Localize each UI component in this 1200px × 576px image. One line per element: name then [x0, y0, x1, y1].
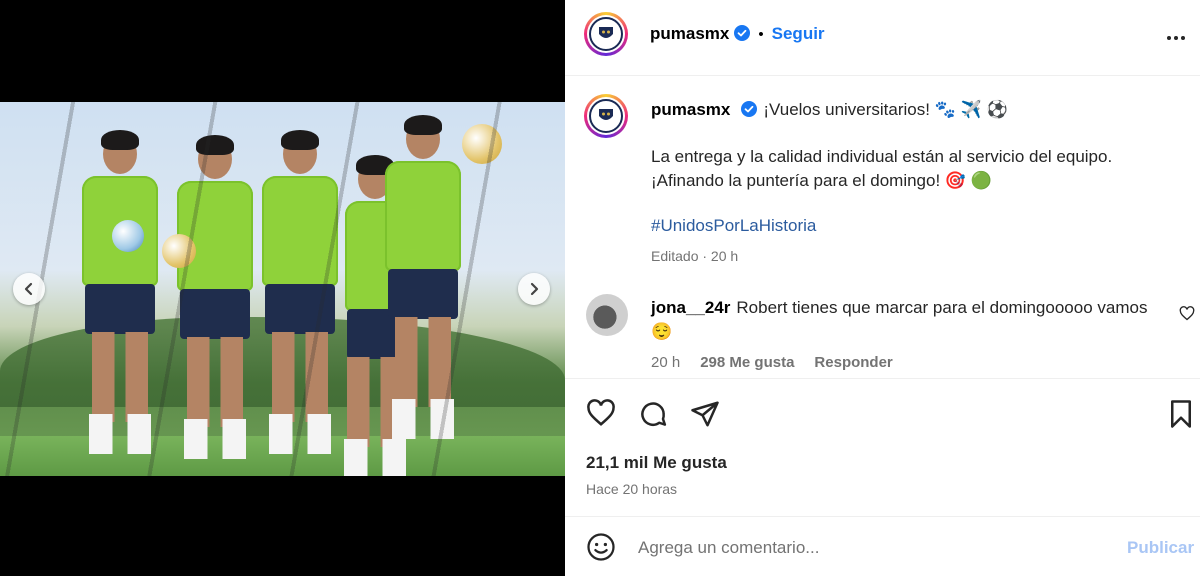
account-avatar[interactable]: [584, 12, 628, 56]
save-button[interactable]: [1168, 399, 1194, 434]
commenter-avatar[interactable]: [586, 294, 628, 336]
header-identity: pumasmx • Seguir: [650, 24, 825, 46]
share-icon: [691, 401, 719, 427]
heart-icon: [1179, 306, 1195, 321]
more-options-button[interactable]: [1166, 28, 1186, 46]
hashtag-link[interactable]: #UnidosPorLaHistoria: [651, 214, 816, 238]
post-time: Hace 20 horas: [586, 481, 678, 497]
account-username[interactable]: pumasmx: [650, 24, 729, 43]
comment-composer: Publicar: [565, 516, 1200, 576]
verified-icon: [734, 25, 751, 46]
comment-like-button[interactable]: [1179, 306, 1195, 326]
heart-icon: [587, 399, 615, 426]
emoji-icon: [587, 533, 615, 561]
chevron-right-icon: [530, 282, 539, 296]
caption-line-1: La entrega y la calidad individual están…: [651, 147, 1113, 166]
publish-button[interactable]: Publicar: [1127, 538, 1194, 558]
separator-dot: •: [758, 26, 764, 43]
comment-meta: 20 h 298 Me gusta Responder: [651, 354, 893, 371]
edited-timestamp: Editado · 20 h: [651, 248, 739, 264]
chevron-left-icon: [24, 282, 33, 296]
comment-body: jona__24r Robert tienes que marcar para e…: [651, 296, 1171, 344]
commenter-username[interactable]: jona__24r: [651, 298, 730, 317]
caption-title-line: pumasmx ¡Vuelos universitarios! 🐾 ✈️ ⚽: [651, 98, 1171, 124]
bookmark-icon: [1171, 400, 1191, 428]
comment-likes[interactable]: 298 Me gusta: [700, 354, 794, 371]
comment-icon: [641, 402, 667, 426]
post-panel: pumasmx • Seguir pumasmx ¡Vuelos universita…: [565, 0, 1200, 576]
like-count[interactable]: 21,1 mil Me gusta: [586, 453, 727, 473]
caption-title: ¡Vuelos universitarios! 🐾 ✈️ ⚽: [763, 100, 1008, 119]
follow-button[interactable]: Seguir: [772, 24, 825, 43]
reply-button[interactable]: Responder: [814, 354, 892, 371]
post-header: pumasmx • Seguir: [565, 0, 1200, 76]
like-button[interactable]: [586, 399, 616, 432]
caption-username[interactable]: pumasmx: [651, 100, 730, 119]
pumas-logo-icon: [589, 17, 623, 51]
caption-avatar[interactable]: [584, 94, 628, 138]
more-icon: [1167, 36, 1185, 40]
verified-icon: [741, 100, 758, 124]
pumas-logo-icon: [589, 99, 623, 133]
comment-button[interactable]: [638, 399, 668, 434]
carousel-prev-button[interactable]: [13, 273, 45, 305]
carousel-next-button[interactable]: [518, 273, 550, 305]
comment-time: 20 h: [651, 354, 681, 371]
post-photo[interactable]: [0, 102, 565, 476]
fence-overlay: [0, 102, 565, 476]
emoji-button[interactable]: [586, 532, 616, 567]
post-media: [0, 0, 565, 576]
caption-line-2: ¡Afinando la puntería para el domingo! 🎯…: [651, 171, 992, 190]
action-bar: 21,1 mil Me gusta Hace 20 horas: [565, 378, 1200, 517]
comment-input[interactable]: [636, 534, 1110, 562]
share-button[interactable]: [690, 399, 720, 434]
